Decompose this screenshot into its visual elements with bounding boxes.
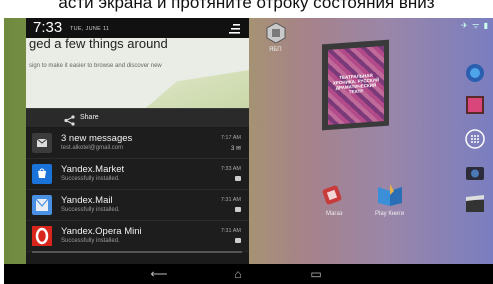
back-button[interactable]: ⟵	[148, 267, 170, 281]
book-cover: ТЕАТРАЛЬНАЯ ХРОНИКА: РУССКИЙ ДРАМАТИЧЕСК…	[328, 46, 384, 125]
notification-item[interactable]: 3 new messages test.alkotel@gmail.com 7:…	[26, 128, 249, 159]
share-icon	[64, 113, 75, 126]
share-action-bar[interactable]: Share	[26, 108, 249, 127]
notification-text: Successfully installed.	[61, 238, 120, 244]
navigation-bar: ⟵ ⌂ ▭	[4, 264, 493, 284]
status-icons: ✈ ᯤ ▮	[461, 21, 489, 30]
gallery-dock-icon[interactable]	[463, 94, 487, 116]
notification-title: 3 new messages	[61, 133, 133, 144]
notification-time: 7:31 AM	[220, 197, 241, 203]
yandex-mail-icon	[32, 195, 52, 215]
expanded-notification-title: ged a few things around	[29, 38, 168, 51]
notification-time: 7:17 AM	[220, 135, 241, 141]
expanded-notification-graphic	[146, 70, 249, 108]
notification-time: 7:31 AM	[220, 228, 241, 234]
notification-count-value: 3	[230, 146, 235, 152]
expanded-notification[interactable]: ged a few things around sign to make it …	[26, 38, 249, 108]
expanded-notification-subtitle: sign to make it easier to browse and dis…	[29, 63, 162, 69]
video-dock-icon[interactable]	[463, 194, 487, 216]
store-app-label: Магаз	[326, 211, 343, 217]
email-icon	[32, 133, 52, 153]
play-books-icon[interactable]	[376, 181, 404, 207]
notification-title: Yandex.Market	[61, 164, 125, 175]
tablet-screen: ✈ ᯤ ▮ ЯБП ТЕАТРАЛЬНАЯ ХРОНИКА: РУССКИЙ Д…	[4, 18, 493, 284]
notification-shade: 7:33 TUE, JUNE 11 ged a few things aroun…	[26, 18, 249, 264]
home-button[interactable]: ⌂	[227, 267, 249, 281]
camera-dock-icon[interactable]	[463, 162, 487, 184]
play-books-label: Play Книги	[375, 211, 405, 217]
download-small-icon	[235, 176, 241, 181]
yandex-market-icon	[32, 164, 52, 184]
caption-text: асти экрана и протяните отроку состояния…	[58, 0, 435, 12]
book-widget[interactable]: ТЕАТРАЛЬНАЯ ХРОНИКА: РУССКИЙ ДРАМАТИЧЕСК…	[322, 39, 389, 131]
notification-item[interactable]: Yandex.Opera Mini Successfully installed…	[26, 221, 249, 252]
notification-text: Successfully installed.	[61, 207, 120, 213]
all-apps-icon[interactable]	[463, 128, 487, 150]
notification-count: 3 ✉	[230, 146, 241, 152]
download-small-icon	[235, 238, 241, 243]
folder-label: ЯБП	[269, 47, 282, 53]
store-app-icon[interactable]	[320, 184, 344, 206]
notification-title: Yandex.Opera Mini	[61, 226, 142, 237]
browser-dock-icon[interactable]	[463, 62, 487, 84]
notification-time: 7:33 AM	[220, 166, 241, 172]
recents-button[interactable]: ▭	[305, 267, 327, 281]
caption-banner: асти экрана и протяните отроку состояния…	[0, 0, 493, 18]
folder-icon[interactable]	[265, 22, 287, 44]
notification-text: Successfully installed.	[61, 176, 120, 182]
share-label: Share	[80, 114, 99, 121]
notification-item[interactable]: Yandex.Mail Successfully installed. 7:31…	[26, 190, 249, 221]
opera-mini-icon	[32, 226, 52, 246]
date: TUE, JUNE 11	[70, 26, 110, 32]
notification-item[interactable]: Yandex.Market Successfully installed. 7:…	[26, 159, 249, 190]
download-small-icon	[235, 207, 241, 212]
settings-sliders-icon[interactable]	[228, 22, 240, 34]
clock: 7:33	[33, 19, 63, 36]
book-title: ТЕАТРАЛЬНАЯ ХРОНИКА: РУССКИЙ ДРАМАТИЧЕСК…	[332, 72, 380, 95]
shade-header: 7:33 TUE, JUNE 11	[26, 18, 249, 38]
notification-title: Yandex.Mail	[61, 195, 113, 206]
notification-text: test.alkotel@gmail.com	[61, 145, 124, 151]
shade-drag-handle[interactable]	[32, 251, 242, 253]
